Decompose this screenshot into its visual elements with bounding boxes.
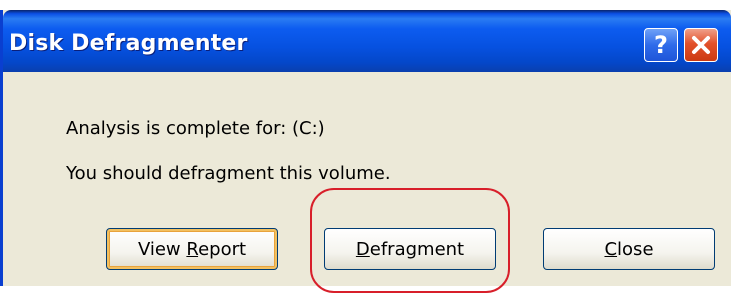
defragment-label: Defragment [355,238,465,260]
view-report-label: View Report [137,238,247,260]
close-button[interactable]: Close [543,228,715,270]
help-button[interactable]: ? [644,28,678,62]
recommendation-text: You should defragment this volume. [66,163,391,184]
view-report-button[interactable]: View Report [106,228,278,270]
title-close-button[interactable] [684,28,718,62]
defragment-button[interactable]: Defragment [324,228,496,270]
analysis-status-text: Analysis is complete for: (C:) [66,118,325,139]
close-icon [692,36,710,54]
window-title: Disk Defragmenter [9,31,248,56]
dialog-window: Disk Defragmenter ? Analysis is complete… [0,10,731,293]
help-icon: ? [654,31,668,59]
title-bar[interactable]: Disk Defragmenter ? [3,10,731,72]
close-label: Close [604,238,654,260]
